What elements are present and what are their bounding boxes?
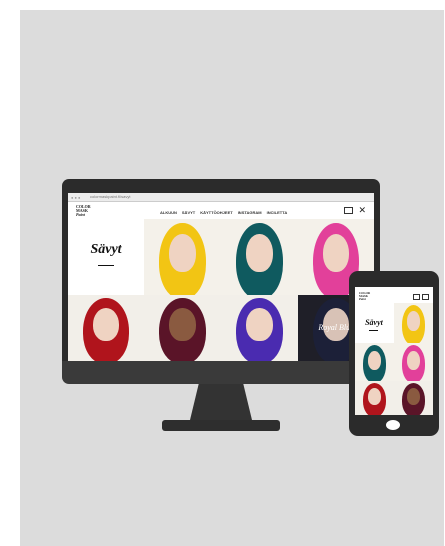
main-nav: ALKUUN SÄVYT KÄYTTÖOHJEET INSTAGRAM INCI… [160,210,287,215]
browser-controls-icon: ● ● ● [71,195,81,200]
mobile-tile-plum[interactable] [394,381,433,415]
nav-item-kayttoohjeet[interactable]: KÄYTTÖOHJEET [200,210,232,215]
close-icon[interactable]: ✕ [358,206,366,215]
url-text: colormaskpaint.fi/savyt [90,194,131,199]
desktop-screen: ● ● ● colormaskpaint.fi/savyt COLOR MASK… [68,193,374,361]
face-shape [246,308,273,342]
face-shape [367,350,382,370]
face-shape [169,234,196,273]
mobile-tile-red[interactable] [355,381,394,415]
face-shape [93,308,119,342]
cart-icon[interactable] [413,294,420,300]
header-icons: ✕ [344,206,366,215]
mobile-brand-logo[interactable]: COLOR MASK Paint [359,292,370,301]
brand-line: Paint [359,297,366,301]
face-shape [323,234,349,273]
shade-tile-plum[interactable] [144,295,221,361]
mobile-tile-teal[interactable] [355,343,394,381]
face-shape [246,234,273,273]
nav-item-instagram[interactable]: INSTAGRAM [238,210,262,215]
mobile-tile-yellow[interactable] [394,303,433,343]
cart-icon[interactable] [344,207,354,214]
shade-tile-yellow[interactable] [144,219,221,295]
nav-item-alkuun[interactable]: ALKUUN [160,210,177,215]
face-shape [406,350,421,370]
mobile-page-title: Sävyt [365,318,383,327]
nav-item-savyt[interactable]: SÄVYT [182,210,195,215]
monitor-base [162,420,280,431]
face-shape [169,308,196,342]
browser-address-bar[interactable]: ● ● ● colormaskpaint.fi/savyt [68,193,374,202]
home-button[interactable] [386,420,400,430]
mobile-title-divider [369,330,378,331]
shade-tile-red[interactable] [68,295,144,361]
nav-item-inciletta[interactable]: INCILETTA [267,210,288,215]
mobile-screen: COLOR MASK Paint Sävyt [355,287,433,415]
face-shape [406,311,421,331]
brand-line: Paint [76,212,85,217]
face-shape [406,387,421,405]
monitor-chin [62,361,380,384]
title-divider [98,265,114,266]
page-title: Sävyt [90,242,122,257]
brand-logo[interactable]: COLOR MASK Paint [76,205,91,217]
menu-icon[interactable] [422,294,429,300]
shade-tile-violet[interactable] [221,295,298,361]
monitor-stand [190,384,252,420]
face-shape [367,387,382,405]
shade-tile-teal[interactable] [221,219,298,295]
mobile-tile-pink[interactable] [394,343,433,381]
mobile-header-icons [413,294,429,300]
